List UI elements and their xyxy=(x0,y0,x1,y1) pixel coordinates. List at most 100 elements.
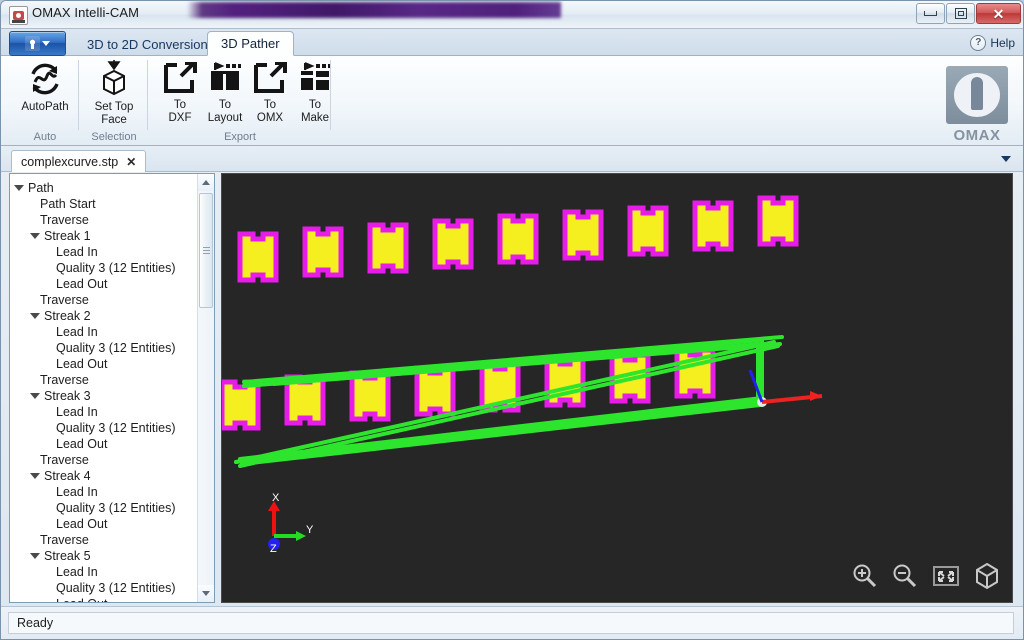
3d-viewport[interactable]: X Y Z xyxy=(221,173,1013,603)
tab-3d-pather[interactable]: 3D Pather xyxy=(207,31,294,56)
tree-expander-icon[interactable] xyxy=(30,393,40,399)
tree-node-label: Lead In xyxy=(56,405,98,419)
to-layout-label-1: To xyxy=(218,99,232,111)
tree-vertical-scrollbar[interactable] xyxy=(197,174,214,602)
tab-3d-to-2d-conversion[interactable]: 3D to 2D Conversion xyxy=(74,33,221,56)
autopath-button[interactable]: AutoPath xyxy=(14,59,76,125)
tree-node[interactable]: Traverse xyxy=(14,372,197,388)
tree-node-label: Streak 2 xyxy=(44,309,91,323)
to-make-button[interactable]: To Make xyxy=(284,59,346,125)
tree-node[interactable]: Streak 3 xyxy=(14,388,197,404)
tree-node[interactable]: Traverse xyxy=(14,292,197,308)
tree-node-label: Quality 3 (12 Entities) xyxy=(56,581,176,595)
tree-node-label: Lead In xyxy=(56,245,98,259)
help-button[interactable]: ? Help xyxy=(970,34,1015,51)
tree-node[interactable]: Quality 3 (12 Entities) xyxy=(14,580,197,596)
tree-node[interactable]: Lead In xyxy=(14,404,197,420)
tree-node[interactable]: Lead Out xyxy=(14,276,197,292)
tree-node[interactable]: Streak 4 xyxy=(14,468,197,484)
tree-node-label: Lead In xyxy=(56,485,98,499)
tree-node[interactable]: Lead Out xyxy=(14,436,197,452)
chevron-down-icon[interactable] xyxy=(1001,156,1011,162)
tree-node[interactable]: Quality 3 (12 Entities) xyxy=(14,340,197,356)
tree-node[interactable]: Path Start xyxy=(14,196,197,212)
export-arrow-icon xyxy=(163,59,197,97)
ribbon-group-auto: AutoPath Auto xyxy=(11,56,79,146)
tree-node[interactable]: Quality 3 (12 Entities) xyxy=(14,260,197,276)
tree-node[interactable]: Streak 5 xyxy=(14,548,197,564)
tree-node[interactable]: Lead In xyxy=(14,564,197,580)
help-label: Help xyxy=(990,35,1015,50)
tree-node[interactable]: Streak 1 xyxy=(14,228,197,244)
scrollbar-grip-icon xyxy=(202,247,210,254)
path-tree[interactable]: Path Path Start Traverse Streak 1 Lead In Qua… xyxy=(10,174,197,602)
tree-node-label: Path Start xyxy=(40,197,96,211)
tree-node-label: Traverse xyxy=(40,213,89,227)
tree-node[interactable]: Path xyxy=(14,180,197,196)
redacted-title-region xyxy=(187,2,561,18)
tree-node[interactable]: Lead Out xyxy=(14,356,197,372)
tree-node[interactable]: Lead In xyxy=(14,484,197,500)
tree-expander-icon[interactable] xyxy=(30,553,40,559)
document-tab-bar: complexcurve.stp ✕ xyxy=(1,147,1023,172)
scroll-up-button[interactable] xyxy=(198,174,214,191)
tree-expander-icon[interactable] xyxy=(30,233,40,239)
tree-node-label: Lead Out xyxy=(56,437,108,451)
tree-node[interactable]: Lead Out xyxy=(14,596,197,602)
ribbon-group-label-selection: Selection xyxy=(91,131,137,143)
tree-node[interactable]: Quality 3 (12 Entities) xyxy=(14,500,197,516)
window-controls: ✕ xyxy=(915,3,1021,24)
tree-node-label: Lead In xyxy=(56,325,98,339)
tree-node-label: Traverse xyxy=(40,293,89,307)
to-make-icon xyxy=(297,59,333,97)
tree-node[interactable]: Streak 2 xyxy=(14,308,197,324)
tree-node-label: Quality 3 (12 Entities) xyxy=(56,261,176,275)
tree-node[interactable]: Lead Out xyxy=(14,516,197,532)
maximize-button[interactable] xyxy=(946,3,975,24)
tree-expander-icon[interactable] xyxy=(14,185,24,191)
omax-brand-logo: OMAX xyxy=(941,66,1013,148)
set-top-face-label-1: Set Top xyxy=(94,101,134,113)
isometric-cube-icon[interactable] xyxy=(974,562,1000,590)
close-icon[interactable]: ✕ xyxy=(126,155,136,169)
to-layout-label-2: Layout xyxy=(207,112,243,124)
scrollbar-thumb[interactable] xyxy=(199,193,213,308)
tree-node-label: Quality 3 (12 Entities) xyxy=(56,421,176,435)
set-top-face-label-2: Face xyxy=(101,114,127,126)
document-tab-complexcurve[interactable]: complexcurve.stp ✕ xyxy=(11,150,147,172)
tree-node[interactable]: Traverse xyxy=(14,452,197,468)
tree-node[interactable]: Traverse xyxy=(14,532,197,548)
tree-node[interactable]: Quality 3 (12 Entities) xyxy=(14,420,197,436)
application-menu-button[interactable] xyxy=(9,31,66,56)
tree-node[interactable]: Traverse xyxy=(14,212,197,228)
scroll-down-icon xyxy=(202,591,210,596)
zoom-in-icon[interactable] xyxy=(852,563,878,589)
tree-node-label: Quality 3 (12 Entities) xyxy=(56,501,176,515)
zoom-out-icon[interactable] xyxy=(892,563,918,589)
zoom-fit-icon[interactable] xyxy=(932,564,960,588)
tab-label: 3D to 2D Conversion xyxy=(87,37,208,52)
tree-node-label: Path xyxy=(28,181,54,195)
axis-z-label: Z xyxy=(270,543,277,552)
tree-node[interactable]: Lead In xyxy=(14,324,197,340)
minimize-button[interactable] xyxy=(916,3,945,24)
scroll-down-button[interactable] xyxy=(198,585,214,602)
close-button[interactable]: ✕ xyxy=(976,3,1021,24)
tree-node[interactable]: Lead In xyxy=(14,244,197,260)
omax-logo-icon xyxy=(25,36,40,51)
tree-expander-icon[interactable] xyxy=(30,313,40,319)
tree-expander-icon[interactable] xyxy=(30,473,40,479)
set-top-face-button[interactable]: Set Top Face xyxy=(83,59,145,126)
